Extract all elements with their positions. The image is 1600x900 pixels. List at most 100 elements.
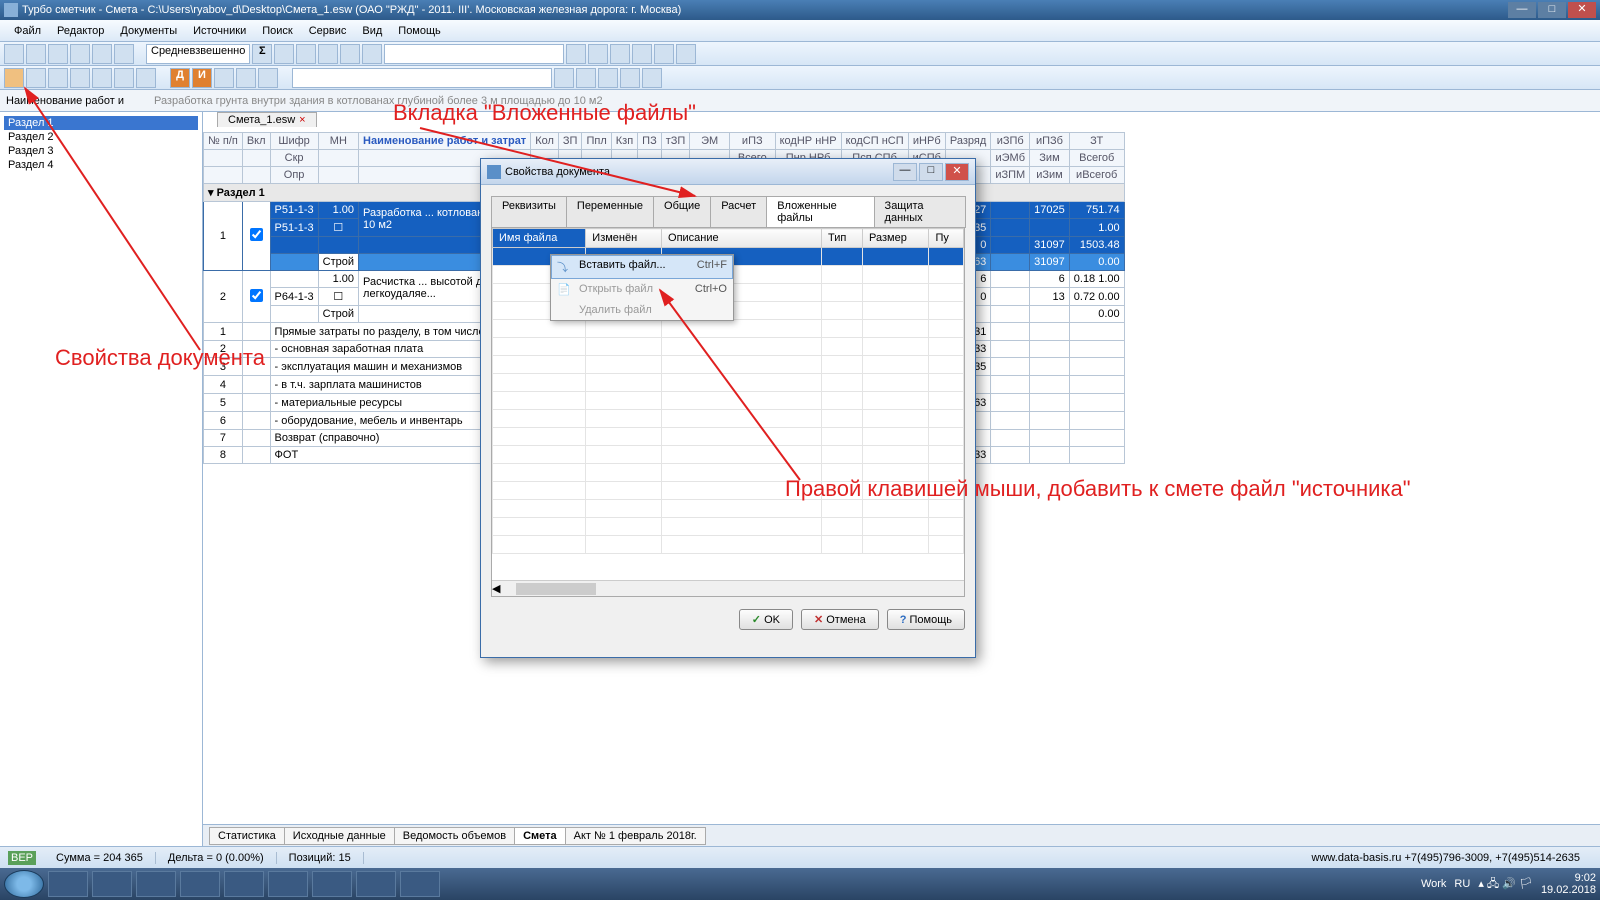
combo[interactable] [384, 44, 564, 64]
tray-clock[interactable]: 9:0219.02.2018 [1541, 872, 1596, 896]
taskbar-item[interactable] [92, 871, 132, 897]
ok-button[interactable]: OK [739, 609, 793, 630]
toolbar-icon[interactable] [48, 68, 68, 88]
d-icon[interactable]: Д [170, 68, 190, 88]
dialog-tab[interactable]: Переменные [566, 196, 654, 228]
list-row[interactable] [493, 464, 964, 482]
horizontal-scrollbar[interactable]: ◀ [492, 580, 964, 596]
help-button[interactable]: Помощь [887, 609, 965, 630]
taskbar-item[interactable] [224, 871, 264, 897]
col-filename[interactable]: Имя файла [493, 229, 586, 248]
list-row[interactable] [493, 374, 964, 392]
taskbar-item[interactable] [312, 871, 352, 897]
list-row[interactable] [493, 518, 964, 536]
menu-open-file[interactable]: 📄 Открыть файлCtrl+O [551, 279, 733, 300]
menu-insert-file[interactable]: ⤵ Вставить файл...Ctrl+F [551, 255, 733, 279]
toolbar-icon[interactable] [258, 68, 278, 88]
toolbar-icon[interactable] [654, 44, 674, 64]
toolbar-icon[interactable] [274, 44, 294, 64]
list-row[interactable] [493, 428, 964, 446]
bottom-tab[interactable]: Статистика [209, 827, 285, 845]
calc-mode-select[interactable]: Средневзвешенно [146, 44, 250, 64]
dialog-tab[interactable]: Реквизиты [491, 196, 567, 228]
dialog-tab[interactable]: Защита данных [874, 196, 966, 228]
col-description[interactable]: Описание [662, 229, 822, 248]
menu-help[interactable]: Помощь [390, 23, 449, 39]
toolbar-icon[interactable] [566, 44, 586, 64]
list-row[interactable] [493, 482, 964, 500]
taskbar-item[interactable] [400, 871, 440, 897]
toolbar-icon[interactable] [114, 44, 134, 64]
dialog-maximize[interactable]: □ [919, 163, 943, 181]
menu-sources[interactable]: Источники [185, 23, 254, 39]
list-row[interactable] [493, 500, 964, 518]
dialog-tab-attachments[interactable]: Вложенные файлы [766, 196, 874, 228]
menu-delete-file[interactable]: Удалить файл [551, 300, 733, 320]
list-row[interactable] [493, 320, 964, 338]
bottom-tab[interactable]: Акт № 1 февраль 2018г. [565, 827, 706, 845]
cancel-button[interactable]: Отмена [801, 609, 879, 630]
col-modified[interactable]: Изменён [586, 229, 662, 248]
toolbar-icon[interactable] [620, 68, 640, 88]
toolbar-icon[interactable] [136, 68, 156, 88]
toolbar-icon[interactable] [318, 44, 338, 64]
include-checkbox[interactable] [250, 228, 263, 241]
dialog-tab[interactable]: Общие [653, 196, 711, 228]
list-row[interactable] [493, 410, 964, 428]
col-path[interactable]: Пу [929, 229, 964, 248]
toolbar-icon[interactable] [588, 44, 608, 64]
toolbar-icon[interactable] [26, 44, 46, 64]
menu-search[interactable]: Поиск [254, 23, 300, 39]
toolbar-icon[interactable] [598, 68, 618, 88]
dialog-tab[interactable]: Расчет [710, 196, 767, 228]
bottom-tab[interactable]: Ведомость объемов [394, 827, 515, 845]
dialog-close[interactable]: ✕ [945, 163, 969, 181]
toolbar-icon[interactable] [362, 44, 382, 64]
toolbar-icon[interactable] [70, 68, 90, 88]
toolbar-icon[interactable] [610, 44, 630, 64]
menu-file[interactable]: Файл [6, 23, 49, 39]
toolbar-icon[interactable] [236, 68, 256, 88]
close-button[interactable]: ✕ [1568, 2, 1596, 18]
list-row[interactable] [493, 446, 964, 464]
taskbar-item[interactable] [180, 871, 220, 897]
dialog-minimize[interactable]: — [893, 163, 917, 181]
list-row[interactable] [493, 536, 964, 554]
toolbar-icon[interactable] [4, 44, 24, 64]
toolbar-icon[interactable] [4, 68, 24, 88]
menu-view[interactable]: Вид [354, 23, 390, 39]
toolbar-icon[interactable] [676, 44, 696, 64]
combo[interactable] [292, 68, 552, 88]
menu-documents[interactable]: Документы [112, 23, 185, 39]
list-row[interactable] [493, 338, 964, 356]
toolbar-icon[interactable] [92, 44, 112, 64]
bottom-tab[interactable]: Смета [514, 827, 566, 845]
col-size[interactable]: Размер [863, 229, 929, 248]
tree-node[interactable]: Раздел 2 [4, 130, 198, 144]
taskbar-item[interactable] [136, 871, 176, 897]
bottom-tab[interactable]: Исходные данные [284, 827, 395, 845]
col-type[interactable]: Тип [822, 229, 863, 248]
tree-node[interactable]: Раздел 4 [4, 158, 198, 172]
toolbar-icon[interactable] [296, 44, 316, 64]
doc-tab[interactable]: Смета_1.esw× [217, 112, 317, 127]
toolbar-icon[interactable] [214, 68, 234, 88]
toolbar-icon[interactable] [26, 68, 46, 88]
start-button[interactable] [4, 870, 44, 898]
toolbar-icon[interactable] [70, 44, 90, 64]
sum-icon[interactable]: Σ [252, 44, 272, 64]
list-row[interactable] [493, 392, 964, 410]
toolbar-icon[interactable] [554, 68, 574, 88]
tree-node[interactable]: Раздел 3 [4, 144, 198, 158]
toolbar-icon[interactable] [642, 68, 662, 88]
tray-lang[interactable]: RU [1454, 878, 1470, 890]
toolbar-icon[interactable] [632, 44, 652, 64]
tab-close-icon[interactable]: × [299, 114, 305, 126]
minimize-button[interactable]: — [1508, 2, 1536, 18]
taskbar-item[interactable] [356, 871, 396, 897]
menu-service[interactable]: Сервис [301, 23, 355, 39]
toolbar-icon[interactable] [576, 68, 596, 88]
taskbar-item[interactable] [48, 871, 88, 897]
toolbar-icon[interactable] [114, 68, 134, 88]
menu-editor[interactable]: Редактор [49, 23, 112, 39]
